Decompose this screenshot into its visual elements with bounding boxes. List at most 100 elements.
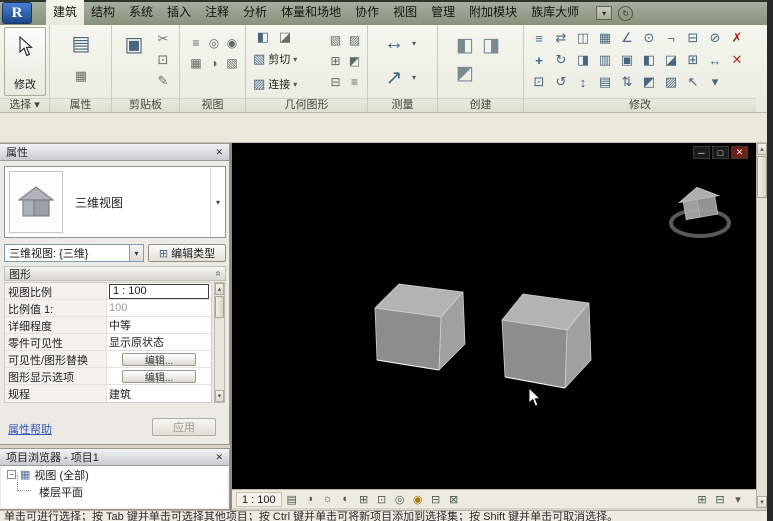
more-options-icon[interactable]: ▾ (730, 492, 746, 507)
properties-scroll-thumb[interactable] (215, 296, 224, 318)
tab-view[interactable]: 视图 (386, 0, 424, 25)
temporary-view-properties-icon[interactable]: ⊟ (428, 492, 444, 507)
materials-icon[interactable]: ▦ (72, 67, 90, 85)
panel-label-select[interactable]: 选择 ▾ (0, 98, 49, 112)
reveal-hidden-icon[interactable]: ◉ (223, 33, 241, 53)
paste-icon[interactable]: ▣ (120, 30, 148, 58)
view-scale-button[interactable]: 1 : 100 (236, 492, 282, 507)
tab-annotate[interactable]: 注释 (198, 0, 236, 25)
rotate-ccw-icon[interactable]: ↺ (550, 71, 572, 93)
more-tools-icon[interactable]: ▾ (704, 71, 726, 93)
crop-view-icon[interactable]: ⊞ (356, 492, 372, 507)
detail-level-icon[interactable]: ▤ (284, 492, 300, 507)
type-selector-dropdown-icon[interactable]: ▾ (210, 167, 225, 237)
properties-help-link[interactable]: 属性帮助 (8, 421, 52, 437)
scroll-up-icon[interactable]: ▴ (215, 283, 224, 295)
measure-along-element-icon[interactable]: ↗ (380, 63, 408, 91)
copy-icon[interactable]: ⊡ (528, 71, 550, 93)
delete-icon[interactable]: ✗ (726, 27, 748, 49)
display-options-edit-button[interactable]: 编辑... (122, 370, 196, 383)
measure-between-refs-icon[interactable]: ↔ (380, 29, 408, 57)
view-scale-input[interactable]: 1 : 100 (109, 284, 209, 299)
reveal-hidden-elements-icon[interactable]: ◉ (410, 492, 426, 507)
tree-item-views[interactable]: − ▦ 视图 (全部) (1, 466, 228, 483)
render-icon[interactable]: ◑ (205, 53, 223, 73)
properties-close-button[interactable]: ✕ (215, 147, 223, 158)
match-type-icon[interactable]: ✎ (154, 72, 172, 90)
cut-to-clipboard-icon[interactable]: ✂ (154, 30, 172, 48)
show-crop-region-icon[interactable]: ⊡ (374, 492, 390, 507)
visual-style-icon[interactable]: ◑ (302, 492, 318, 507)
collapse-chevron-icon[interactable]: « (213, 271, 224, 277)
show-hidden-lines-icon[interactable]: ◎ (205, 33, 223, 53)
join-geometry-icon[interactable]: ◧ (638, 49, 660, 71)
rotate-icon[interactable]: ↻ (550, 49, 572, 71)
join-dropdown-icon[interactable]: ▾ (293, 80, 297, 89)
split-face-icon[interactable]: ▨ (345, 29, 364, 50)
tab-systems[interactable]: 系统 (122, 0, 160, 25)
scroll-up-icon[interactable]: ▴ (757, 143, 767, 155)
tree-expander-icon[interactable]: − (7, 470, 16, 479)
cut-dropdown-icon[interactable]: ▾ (293, 55, 297, 64)
view-options-icon[interactable]: ⊟ (712, 492, 728, 507)
measure-dropdown-icon[interactable]: ▾ (412, 73, 416, 82)
apply-button[interactable]: 应用 (152, 418, 216, 436)
create-similar-icon[interactable]: ◧ (452, 31, 478, 59)
tab-structure[interactable]: 结构 (84, 0, 122, 25)
parts-visibility-value[interactable]: 显示原状态 (107, 334, 211, 350)
tree-item-floor-plans[interactable]: 楼层平面 (1, 483, 228, 500)
scroll-down-icon[interactable]: ▾ (215, 390, 224, 402)
swap-icon[interactable]: ⇅ (616, 71, 638, 93)
detail-level-value[interactable]: 中等 (107, 317, 211, 333)
create-assembly-icon[interactable]: ◩ (452, 59, 478, 87)
cutaway-views-icon[interactable]: ▦ (187, 53, 205, 73)
type-properties-icon[interactable]: ▤ (594, 71, 616, 93)
thin-lines-icon[interactable]: ≡ (187, 33, 205, 53)
sun-path-icon[interactable]: ☼ (320, 492, 336, 507)
measure-dropdown-icon[interactable]: ▾ (412, 39, 416, 48)
mirror-axis-icon[interactable]: ◨ (572, 49, 594, 71)
ribbon-cycle-button[interactable]: ↻ (618, 6, 633, 21)
unjoin-icon[interactable]: ◩ (345, 50, 364, 71)
paint-icon[interactable]: ⊞ (326, 50, 345, 71)
edit-type-button[interactable]: ⊞ 编辑类型 (148, 244, 226, 262)
worksharing-display-icon[interactable]: ⊞ (694, 492, 710, 507)
create-group-icon[interactable]: ◨ (478, 31, 504, 59)
viewport-restore-button[interactable]: □ (712, 146, 729, 159)
scale-icon[interactable]: ∠ (616, 27, 638, 49)
graphics-section-header[interactable]: 图形 « (4, 266, 226, 281)
stretch-icon[interactable]: ↕ (572, 71, 594, 93)
paste-aligned-icon[interactable]: ▣ (616, 49, 638, 71)
array-radial-icon[interactable]: ▥ (594, 49, 616, 71)
tab-overflow-button[interactable]: ▾ (596, 6, 612, 20)
measure-tool-icon[interactable]: ↔ (704, 49, 726, 71)
cope-icon[interactable]: ◧ (254, 28, 272, 46)
viewcube[interactable] (664, 181, 736, 245)
scroll-down-icon[interactable]: ▾ (757, 496, 767, 508)
save-orientation-icon[interactable]: ⊠ (446, 492, 462, 507)
join-geometry-button[interactable]: ▨ 连接 ▾ (250, 75, 300, 93)
mirror-icon[interactable]: ◫ (572, 27, 594, 49)
tab-massing-site[interactable]: 体量和场地 (274, 0, 348, 25)
face-split-icon[interactable]: ▨ (660, 71, 682, 93)
split-icon[interactable]: ⊟ (682, 27, 704, 49)
tab-analyze[interactable]: 分析 (236, 0, 274, 25)
modify-tool-button[interactable]: 修改 (4, 27, 46, 96)
view-instance-combo[interactable]: 三维视图: {三维} ▾ (4, 244, 144, 262)
tab-family-library-master[interactable]: 族库大师 (524, 0, 586, 25)
properties-header[interactable]: 属性 ✕ (0, 144, 229, 161)
project-browser-header[interactable]: 项目浏览器 - 项目1 ✕ (0, 449, 229, 466)
visibility-edit-button[interactable]: 编辑... (122, 353, 196, 366)
unpin-icon[interactable]: ⊘ (704, 27, 726, 49)
type-selector[interactable]: 三维视图 ▾ (4, 166, 226, 238)
close-inactive-icon[interactable]: ▧ (223, 53, 241, 73)
project-browser-close-button[interactable]: ✕ (215, 452, 223, 463)
offset-face-icon[interactable]: ▧ (326, 29, 345, 50)
beam-joins-icon[interactable]: ≡ (345, 71, 364, 92)
align-icon[interactable]: ≡ (528, 27, 550, 49)
demolish-icon[interactable]: ◪ (276, 28, 294, 46)
properties-scrollbar[interactable]: ▴ ▾ (214, 282, 225, 403)
cut-geometry-button[interactable]: ▧ 剪切 ▾ (250, 50, 300, 68)
tab-collaborate[interactable]: 协作 (348, 0, 386, 25)
tab-architecture[interactable]: 建筑 (46, 0, 84, 25)
